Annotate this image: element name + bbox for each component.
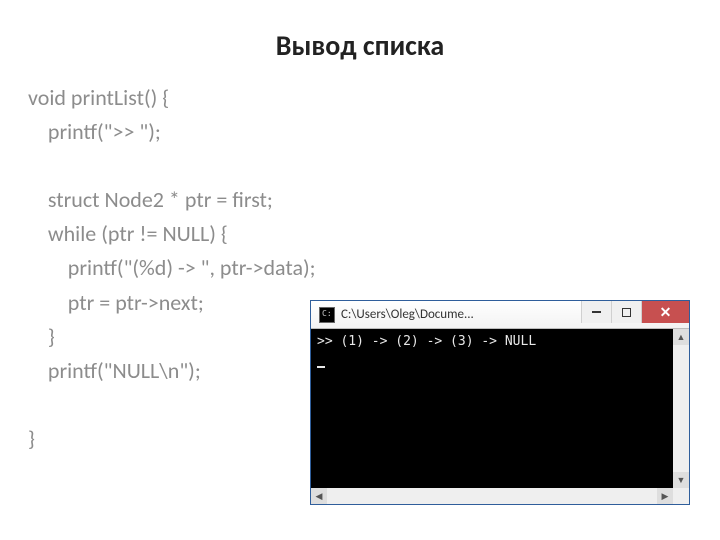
console-window: C:\Users\Oleg\Docume... ✕ >> (1) -> (2) … (310, 300, 690, 505)
scroll-up-icon[interactable]: ▲ (673, 329, 689, 345)
code-line: ptr = ptr->next; (28, 289, 204, 316)
close-button[interactable]: ✕ (641, 301, 689, 323)
scroll-track[interactable] (327, 488, 657, 504)
code-line: struct Node2 * ptr = first; (28, 186, 273, 213)
code-line: printf("NULL\n"); (28, 357, 201, 384)
code-line: } (28, 425, 35, 452)
horizontal-scrollbar[interactable]: ◀ ▶ (311, 488, 673, 504)
window-controls: ✕ (581, 301, 689, 323)
scroll-left-icon[interactable]: ◀ (311, 488, 327, 504)
app-icon (319, 307, 335, 323)
window-titlebar[interactable]: C:\Users\Oleg\Docume... ✕ (311, 301, 689, 329)
scroll-down-icon[interactable]: ▼ (673, 472, 689, 488)
cursor (317, 366, 325, 368)
scroll-right-icon[interactable]: ▶ (657, 488, 673, 504)
minimize-button[interactable] (581, 301, 611, 323)
code-line: printf(">> "); (28, 118, 161, 145)
maximize-button[interactable] (611, 301, 641, 323)
code-line: while (ptr != NULL) { (28, 220, 228, 247)
slide-title: Вывод списка (0, 0, 720, 81)
console-output-area: >> (1) -> (2) -> (3) -> NULL (311, 329, 673, 488)
code-line: void printList() { (28, 84, 169, 111)
code-line: printf("(%d) -> ", ptr->data); (28, 254, 316, 281)
scrollbar-corner (673, 488, 689, 504)
vertical-scrollbar[interactable]: ▲ ▼ (673, 329, 689, 488)
console-output: >> (1) -> (2) -> (3) -> NULL (317, 334, 536, 349)
window-title: C:\Users\Oleg\Docume... (341, 307, 581, 322)
scroll-track[interactable] (673, 345, 689, 472)
code-line: } (28, 323, 55, 350)
